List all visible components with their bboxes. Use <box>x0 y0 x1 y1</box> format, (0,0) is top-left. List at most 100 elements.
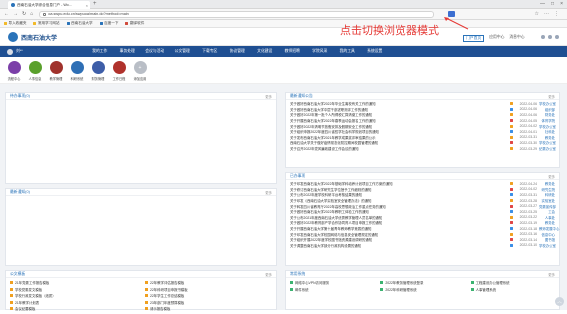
user-area[interactable]: 刘** <box>0 48 80 55</box>
bookmark-item[interactable]: 翻译软件 <box>125 21 144 26</box>
nav-item[interactable]: 我的工具 <box>334 49 362 54</box>
extensions-icon[interactable]: ⋯ <box>544 11 549 17</box>
list-item-title[interactable]: 关于召开2022年党风廉政建设工作会议的通知 <box>290 146 508 151</box>
grid-link[interactable]: 22年教学评估报告模板 <box>145 280 272 286</box>
list-item[interactable]: 关于开展西南石油大学第十届青年教师教学竞赛的通知 2022-03-18 教师发展中心 <box>290 226 559 232</box>
list-item[interactable]: 关于做好西南石油大学2022年教职工体检工作的通知 2022-03-25 工会 <box>290 209 555 215</box>
list-item[interactable]: 关于做好西南石油大学2022年毕业生离校有关工作的通知 2022-04-06 学校办… <box>290 101 556 107</box>
grid-link[interactable]: 2022年教务管理系统登录 <box>380 280 464 286</box>
list-item[interactable]: 关于调整西南石油大学部分行政机构设置的通知 2022-03-10 学校办公室 <box>290 243 556 249</box>
list-item[interactable]: 关于召开2022年党风廉政建设工作会议的通知 2022-03-29 纪委办公室 <box>290 146 556 152</box>
bookmark-item[interactable]: 百度一下 <box>99 21 118 26</box>
nav-item[interactable]: 我的工作 <box>86 49 114 54</box>
quick-app[interactable]: 科研系统 <box>68 57 86 83</box>
list-item-title[interactable]: 关于做好2022年清明节放假安排及假期安全工作的通知 <box>290 124 508 129</box>
url-input[interactable]: oa.swpu.edu.cn/swpuoa/main.do?method=mai… <box>39 10 435 18</box>
nav-item[interactable]: 学院风采 <box>306 49 334 54</box>
list-item[interactable]: 关于组织开展2022年度学校图书馆资源建设调研的通知 2022-03-14 图书馆 <box>290 237 555 243</box>
grid-link[interactable]: 请示报告模板 <box>145 306 272 312</box>
more-link[interactable]: 更多 <box>548 174 555 179</box>
grid-link[interactable]: 会议纪要模板 <box>10 306 137 312</box>
home-button[interactable]: ⌂ <box>30 11 33 17</box>
power-icon[interactable] <box>555 35 559 39</box>
list-item[interactable]: 关于印发西南石油大学2022年基础学科培养计划项目工作方案的通知 2022-04-… <box>290 181 555 187</box>
list-item[interactable]: 关于开展西南石油大学2022年春季运动会报名工作的通知 2022-04-05 体育学… <box>290 118 555 124</box>
list-item-title[interactable]: 关于做好西南石油大学中层干部述职测评工作的通知 <box>290 107 508 112</box>
tab-app-center[interactable]: 应用中心 <box>489 35 504 42</box>
quick-app[interactable]: 工作日程 <box>110 57 128 83</box>
grid-link[interactable]: 网络中心VPN访问服务 <box>290 280 374 286</box>
list-item[interactable]: 关于做好西南石油大学中层干部述职测评工作的通知 2022-04-06 组织部 <box>290 107 555 113</box>
nav-item[interactable]: 文化建设 <box>251 49 279 54</box>
favorite-star-icon[interactable]: ☆ <box>535 11 539 17</box>
more-link[interactable]: 更多 <box>265 94 272 99</box>
site-logo[interactable]: 西南石油大学 <box>8 32 57 42</box>
grid-link[interactable]: 人事管理系统 <box>470 287 555 293</box>
grid-link[interactable]: 21年党委工作报告模板 <box>10 280 137 286</box>
menu-icon[interactable]: ⋮ <box>554 11 559 17</box>
grid-link[interactable]: 21年教学计划表 <box>10 300 137 306</box>
nav-item[interactable]: 教师招聘 <box>279 49 307 54</box>
quick-app[interactable]: 教学管理 <box>47 57 65 83</box>
quick-app[interactable]: 财务管理 <box>89 57 107 83</box>
nav-item[interactable]: 协议管理 <box>224 49 252 54</box>
nav-item[interactable]: 下载专区 <box>196 49 224 54</box>
list-item-title[interactable]: 关于组织开展2022年度学校图书馆资源建设调研的通知 <box>290 237 508 242</box>
list-item-title[interactable]: 关于印发《西南石油大学实验室安全管理办法》的通知 <box>290 198 508 203</box>
tab-close-icon[interactable]: × <box>86 3 90 8</box>
scroll-top-button[interactable]: ︿ <box>555 297 564 306</box>
list-item[interactable]: 关于印发《西南石油大学实验室安全管理办法》的通知 2022-03-28 实验室处 <box>290 198 555 204</box>
bookmark-item[interactable]: 西南石油大学 <box>66 21 93 26</box>
list-item[interactable]: 关于做好2022年清明节放假安排及假期安全工作的通知 2022-04-02 学校办公… <box>290 123 556 129</box>
list-item-title[interactable]: 关于做好2022年教育部产学合作协同育人项目申报工作的通知 <box>290 220 508 225</box>
grid-link[interactable]: 学校党委发文模板 <box>10 287 137 293</box>
grid-link[interactable]: 23年部门年度预算模板 <box>145 300 272 306</box>
list-item-title[interactable]: 关于转发四川省教育厅2022年高校思想政治工作重点任务的通知 <box>290 204 508 209</box>
search-icon[interactable] <box>541 35 545 39</box>
list-item[interactable]: 关于做好2022年教育部产学合作协同育人项目申报工作的通知 2022-03-19 教… <box>290 220 555 226</box>
bookmark-item[interactable]: 导入收藏夹 <box>4 21 26 26</box>
list-item[interactable]: 西南石油大学关于做好疫情常态化防控期间校园管理的通知 2022-03-30 学校办公… <box>290 140 556 146</box>
bell-icon[interactable] <box>548 35 552 39</box>
close-window-button[interactable]: × <box>560 1 563 7</box>
refresh-button[interactable]: ↻ <box>22 11 26 17</box>
grid-link[interactable]: 22年学生工作总结模板 <box>145 293 272 299</box>
more-link[interactable]: 更多 <box>548 272 555 277</box>
list-item[interactable]: 关于转发四川省教育厅2022年高校思想政治工作重点任务的通知 2022-03-27… <box>290 203 556 209</box>
nav-item[interactable]: 系统设置 <box>361 49 389 54</box>
list-item[interactable]: 关于公布2022年度学校科研平台考核结果的通知 2022-03-31 科研处 <box>290 192 555 198</box>
list-item-title[interactable]: 关于公布2022年度学校科研平台考核结果的通知 <box>290 192 508 197</box>
list-item-title[interactable]: 关于印发西南石油大学2022年基础学科培养计划项目工作方案的通知 <box>290 181 508 186</box>
list-item[interactable]: 关于修订西南石油大学研究生学位授予工作细则的通知 2022-04-02 研究生院 <box>290 187 555 193</box>
list-item[interactable]: 关于印发西南石油大学校园网络与信息安全管理规定的通知 2022-03-16 信息中心 <box>290 231 555 237</box>
list-item-title[interactable]: 关于开展西南石油大学第十届青年教师教学竞赛的通知 <box>290 226 508 231</box>
back-button[interactable]: ← <box>4 11 9 17</box>
list-item[interactable]: 关于发布西南石油大学2021年教学成果奖评审结果的公示 2022-03-31 教务处 <box>290 135 555 141</box>
minimize-button[interactable]: — <box>540 1 545 7</box>
list-item[interactable]: 关于公布2021年度西南石油大学优秀教学管理人员名单的通知 2022-03-22 人… <box>290 215 555 221</box>
more-link[interactable]: 更多 <box>265 190 272 195</box>
more-link[interactable]: 更多 <box>548 94 555 99</box>
list-item-title[interactable]: 关于组织申报2022年度四川省哲学社会科学规划项目的通知 <box>290 129 508 134</box>
tab-portal-home[interactable]: 门户首页 <box>463 35 485 42</box>
grid-link[interactable]: 学校行政发文模板（纸质） <box>10 293 137 299</box>
quick-app[interactable]: 人事信息 <box>26 57 44 83</box>
tab-message-center[interactable]: 消息中心 <box>509 35 524 42</box>
list-item-title[interactable]: 关于发布西南石油大学2021年教学成果奖评审结果的公示 <box>290 135 508 140</box>
list-item-title[interactable]: 关于做好西南石油大学2022年教职工体检工作的通知 <box>290 209 508 214</box>
new-tab-button[interactable]: + <box>93 1 97 8</box>
grid-link[interactable]: 22年科研项目申报书模板 <box>145 287 272 293</box>
more-link[interactable]: 更多 <box>265 272 272 277</box>
list-item-title[interactable]: 西南石油大学关于做好疫情常态化防控期间校园管理的通知 <box>290 140 508 145</box>
nav-item[interactable]: 事务处理 <box>114 49 142 54</box>
forward-button[interactable]: → <box>13 11 18 17</box>
list-item-title[interactable]: 关于做好2022年第一批个人所得税汇算清缴工作的通知 <box>290 112 508 117</box>
list-item[interactable]: 关于组织申报2022年度四川省哲学社会科学规划项目的通知 2022-04-01 社科… <box>290 129 555 135</box>
list-item-title[interactable]: 关于做好西南石油大学2022年毕业生离校有关工作的通知 <box>290 101 508 106</box>
nav-item[interactable]: 公文管理 <box>169 49 197 54</box>
list-item-title[interactable]: 关于印发西南石油大学校园网络与信息安全管理规定的通知 <box>290 232 508 237</box>
browser-tab[interactable]: 西南石油大学综合信息门户 - Wo... × <box>8 1 90 9</box>
quick-app[interactable]: 流程中心 <box>5 57 23 83</box>
list-item-title[interactable]: 关于修订西南石油大学研究生学位授予工作细则的通知 <box>290 187 508 192</box>
list-item-title[interactable]: 关于调整西南石油大学部分行政机构设置的通知 <box>290 243 508 248</box>
